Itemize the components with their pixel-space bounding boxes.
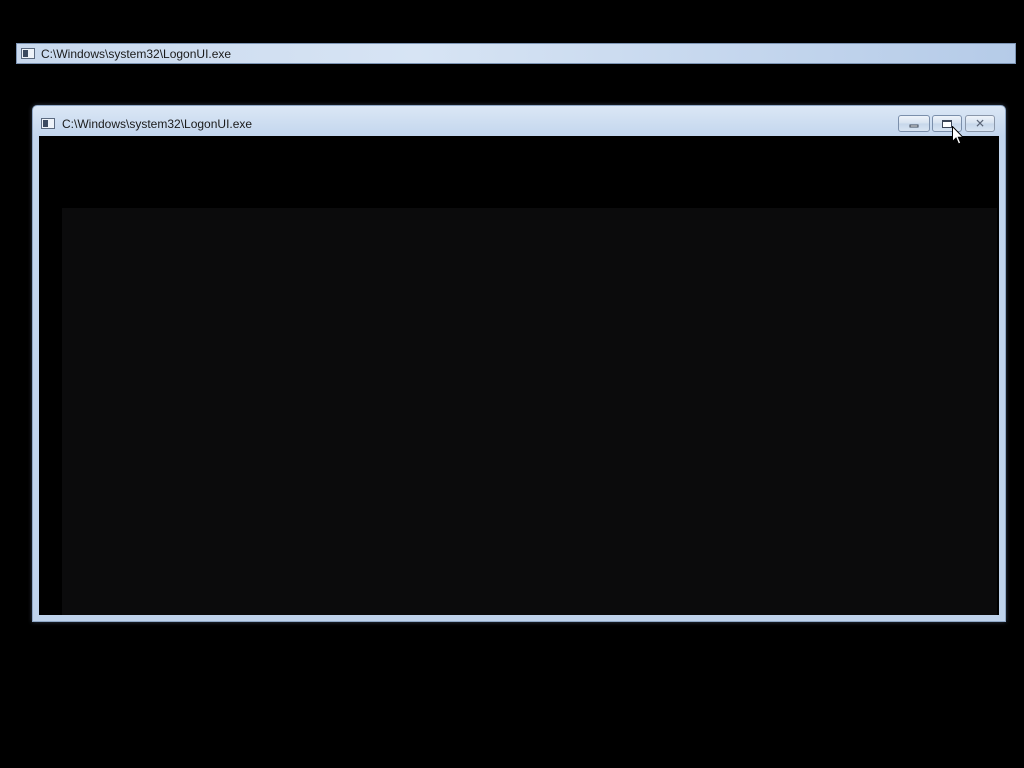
window-client-area[interactable] bbox=[39, 136, 999, 615]
close-icon: ✕ bbox=[974, 116, 986, 130]
content-panel bbox=[62, 208, 997, 615]
window-title: C:\Windows\system32\LogonUI.exe bbox=[62, 117, 253, 131]
minimize-icon bbox=[909, 124, 919, 127]
arrow-pointer-icon bbox=[952, 126, 964, 145]
window-titlebar[interactable]: C:\Windows\system32\LogonUI.exe ✕ bbox=[33, 106, 1005, 136]
background-window-titlebar[interactable]: C:\Windows\system32\LogonUI.exe bbox=[16, 43, 1016, 64]
console-window-icon bbox=[21, 48, 35, 59]
desktop: C:\Windows\system32\LogonUI.exe C:\Windo… bbox=[0, 0, 1024, 768]
maximize-icon bbox=[942, 119, 952, 128]
minimize-button[interactable] bbox=[898, 115, 930, 132]
close-button[interactable]: ✕ bbox=[965, 115, 995, 132]
console-window-icon bbox=[41, 118, 55, 129]
logonui-window: C:\Windows\system32\LogonUI.exe ✕ bbox=[32, 105, 1006, 622]
background-window-title: C:\Windows\system32\LogonUI.exe bbox=[41, 47, 232, 61]
